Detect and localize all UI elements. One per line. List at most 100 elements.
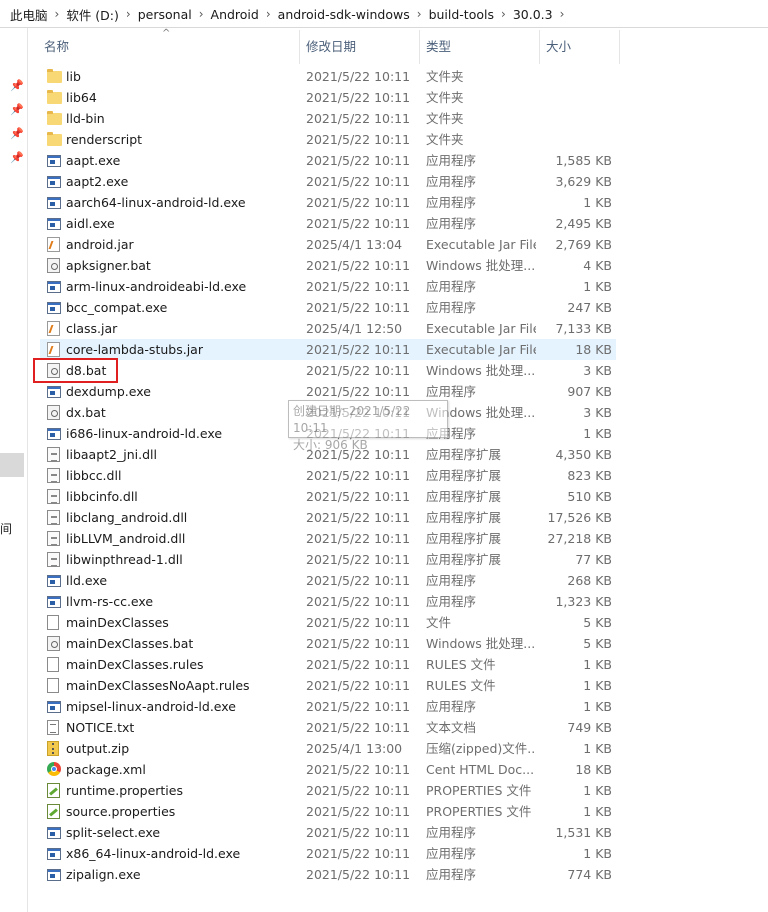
file-name: dexdump.exe [66, 384, 151, 399]
file-size: 907 KB [567, 384, 612, 399]
jar-icon [47, 237, 60, 252]
file-size: 1 KB [583, 699, 612, 714]
file-row[interactable]: output.zip 2025/4/1 13:00 压缩(zipped)文件... 1… [40, 738, 616, 759]
file-row[interactable]: zipalign.exe 2021/5/22 10:11 应用程序 774 KB [40, 864, 616, 885]
file-name: zipalign.exe [66, 867, 141, 882]
exe-icon [47, 155, 61, 167]
file-row[interactable]: apksigner.bat 2021/5/22 10:11 Windows 批处理.… [40, 255, 616, 276]
file-size: 5 KB [583, 615, 612, 630]
file-row[interactable]: x86_64-linux-android-ld.exe 2021/5/22 10:… [40, 843, 616, 864]
file-row[interactable]: source.properties 2021/5/22 10:11 PROPERTI… [40, 801, 616, 822]
file-date-modified: 2021/5/22 10:11 [306, 258, 411, 273]
breadcrumb-item[interactable]: 此电脑 [6, 5, 52, 24]
file-row[interactable]: aidl.exe 2021/5/22 10:11 应用程序 2,495 KB [40, 213, 616, 234]
file-row[interactable]: mainDexClasses.rules 2021/5/22 10:11 RULES… [40, 654, 616, 675]
file-row[interactable]: libclang_android.dll 2021/5/22 10:11 应用程序扩… [40, 507, 616, 528]
file-row[interactable]: libwinpthread-1.dll 2021/5/22 10:11 应用程序扩展… [40, 549, 616, 570]
breadcrumb-separator-icon[interactable]: › [52, 7, 63, 21]
file-size: 268 KB [567, 573, 612, 588]
nav-selected-item[interactable] [0, 453, 24, 477]
exe-icon [47, 302, 61, 314]
tooltip-size: 大小: 906 KB [293, 438, 368, 452]
file-size: 1,585 KB [555, 153, 612, 168]
file-date-modified: 2021/5/22 10:11 [306, 174, 411, 189]
column-name[interactable]: 名称 [44, 30, 300, 64]
file-date-modified: 2021/5/22 10:11 [306, 825, 411, 840]
tooltip-created: 创建日期: 2021/5/22 10:11 [293, 404, 411, 435]
dll-icon [47, 531, 60, 546]
column-type[interactable]: 类型 [426, 30, 540, 64]
file-name: mainDexClasses [66, 615, 169, 630]
breadcrumb-item[interactable]: 30.0.3 [509, 7, 557, 22]
address-bar[interactable]: 此电脑 › 软件 (D:) › personal › Android › android-sdk… [0, 0, 768, 28]
file-row[interactable]: mainDexClasses.bat 2021/5/22 10:11 Windows… [40, 633, 616, 654]
exe-icon [47, 218, 61, 230]
file-type: 应用程序 [426, 825, 477, 840]
file-row[interactable]: d8.bat 2021/5/22 10:11 Windows 批处理... 3 KB [40, 360, 616, 381]
file-row[interactable]: class.jar 2025/4/1 12:50 Executable Jar Fi… [40, 318, 616, 339]
breadcrumb-item[interactable]: build-tools [425, 7, 498, 22]
pin-icon[interactable]: 📌 [10, 128, 24, 140]
file-row[interactable]: package.xml 2021/5/22 10:11 Cent HTML Doc.… [40, 759, 616, 780]
file-row[interactable]: libbcinfo.dll 2021/5/22 10:11 应用程序扩展 510 KB [40, 486, 616, 507]
file-row[interactable]: arm-linux-androideabi-ld.exe 2021/5/22 10… [40, 276, 616, 297]
breadcrumb-separator-icon[interactable]: › [414, 7, 425, 21]
file-type: 应用程序 [426, 699, 477, 714]
file-row[interactable]: NOTICE.txt 2021/5/22 10:11 文本文档 749 KB [40, 717, 616, 738]
breadcrumb-separator-icon[interactable]: › [196, 7, 207, 21]
breadcrumb-item[interactable]: personal [134, 7, 196, 22]
file-row[interactable]: mainDexClassesNoAapt.rules 2021/5/22 10:1… [40, 675, 616, 696]
breadcrumb-separator-icon[interactable]: › [557, 7, 568, 21]
column-size[interactable]: 大小 [546, 30, 620, 64]
file-row[interactable]: dexdump.exe 2021/5/22 10:11 应用程序 907 KB [40, 381, 616, 402]
file-row[interactable]: libbcc.dll 2021/5/22 10:11 应用程序扩展 823 KB [40, 465, 616, 486]
file-row[interactable]: lib64 2021/5/22 10:11 文件夹 [40, 87, 616, 108]
file-size: 1,531 KB [555, 825, 612, 840]
breadcrumb-item[interactable]: 软件 (D:) [62, 5, 123, 24]
file-row[interactable]: split-select.exe 2021/5/22 10:11 应用程序 1,531… [40, 822, 616, 843]
file-date-modified: 2021/5/22 10:11 [306, 342, 411, 357]
breadcrumb-item[interactable]: Android [207, 7, 263, 22]
file-type: 文件夹 [426, 111, 464, 126]
file-type: PROPERTIES 文件 [426, 783, 532, 798]
file-row[interactable]: lld.exe 2021/5/22 10:11 应用程序 268 KB [40, 570, 616, 591]
file-date-modified: 2021/5/22 10:11 [306, 804, 411, 819]
dll-icon [47, 552, 60, 567]
file-row[interactable]: renderscript 2021/5/22 10:11 文件夹 [40, 129, 616, 150]
file-type: 文件 [426, 615, 452, 630]
file-row[interactable]: core-lambda-stubs.jar 2021/5/22 10:11 Exec… [40, 339, 616, 360]
breadcrumb-separator-icon[interactable]: › [263, 7, 274, 21]
nav-item-label[interactable]: 间 [0, 520, 12, 537]
breadcrumb-separator-icon[interactable]: › [498, 7, 509, 21]
pin-icon[interactable]: 📌 [10, 152, 24, 164]
file-row[interactable]: aarch64-linux-android-ld.exe 2021/5/22 10… [40, 192, 616, 213]
file-row[interactable]: aapt.exe 2021/5/22 10:11 应用程序 1,585 KB [40, 150, 616, 171]
file-row[interactable]: lld-bin 2021/5/22 10:11 文件夹 [40, 108, 616, 129]
file-row[interactable]: mainDexClasses 2021/5/22 10:11 文件 5 KB [40, 612, 616, 633]
file-date-modified: 2021/5/22 10:11 [306, 489, 411, 504]
breadcrumb-separator-icon[interactable]: › [123, 7, 134, 21]
dll-icon [47, 468, 60, 483]
file-name: arm-linux-androideabi-ld.exe [66, 279, 247, 294]
file-row[interactable]: lib 2021/5/22 10:11 文件夹 [40, 66, 616, 87]
breadcrumb-item[interactable]: android-sdk-windows [274, 7, 414, 22]
file-row[interactable]: runtime.properties 2021/5/22 10:11 PROPERT… [40, 780, 616, 801]
pin-icon[interactable]: 📌 [10, 80, 24, 92]
file-name: mipsel-linux-android-ld.exe [66, 699, 236, 714]
file-size: 27,218 KB [547, 531, 612, 546]
file-size: 749 KB [567, 720, 612, 735]
file-name: renderscript [66, 132, 143, 147]
file-size [536, 87, 612, 108]
file-date-modified: 2021/5/22 10:11 [306, 111, 411, 126]
file-row[interactable]: libLLVM_android.dll 2021/5/22 10:11 应用程序扩展… [40, 528, 616, 549]
file-type: 压缩(zipped)文件... [426, 741, 536, 756]
bat-icon [47, 258, 60, 273]
file-row[interactable]: llvm-rs-cc.exe 2021/5/22 10:11 应用程序 1,323 K… [40, 591, 616, 612]
file-row[interactable]: aapt2.exe 2021/5/22 10:11 应用程序 3,629 KB [40, 171, 616, 192]
file-row[interactable]: android.jar 2025/4/1 13:04 Executable Jar … [40, 234, 616, 255]
file-row[interactable]: bcc_compat.exe 2021/5/22 10:11 应用程序 247 KB [40, 297, 616, 318]
column-date-modified[interactable]: 修改日期 [306, 30, 420, 64]
file-date-modified: 2021/5/22 10:11 [306, 594, 411, 609]
pin-icon[interactable]: 📌 [10, 104, 24, 116]
file-row[interactable]: mipsel-linux-android-ld.exe 2021/5/22 10:… [40, 696, 616, 717]
